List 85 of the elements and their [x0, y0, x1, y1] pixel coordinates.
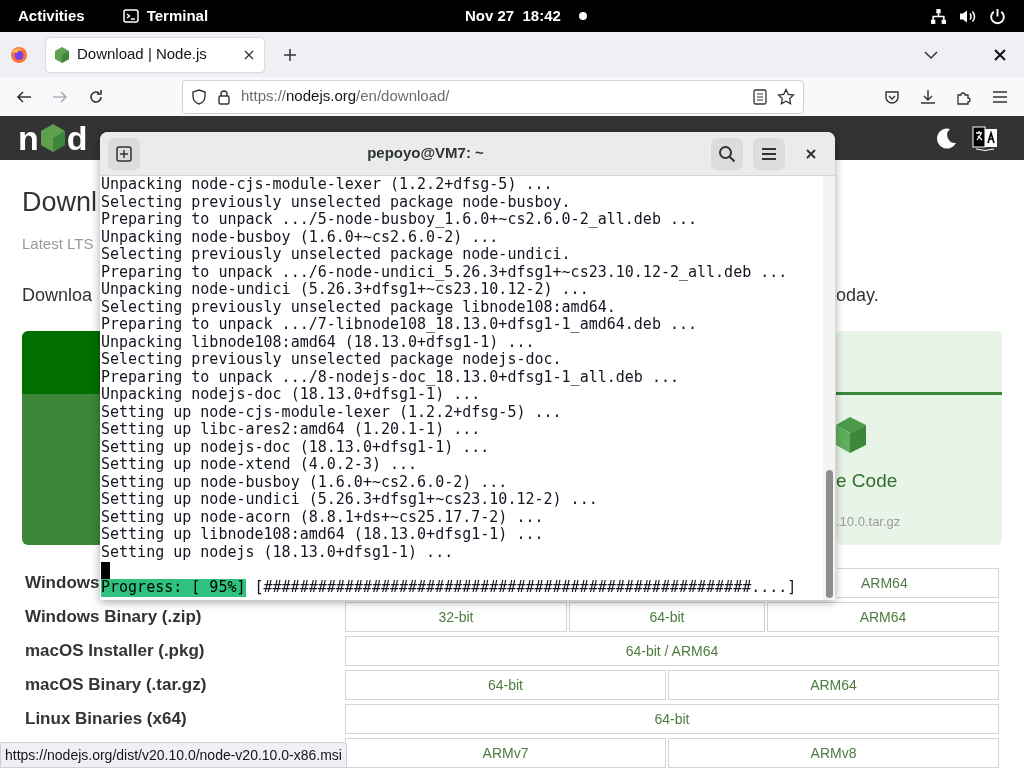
terminal-line: Setting up nodejs (18.13.0+dfsg1-1) ... — [101, 543, 455, 561]
download-link[interactable]: 32-bit — [345, 602, 567, 632]
row-label: macOS Binary (.tar.gz) — [25, 675, 207, 695]
reload-icon[interactable] — [88, 88, 104, 105]
download-link[interactable]: 64-bit — [345, 670, 666, 700]
terminal-line: Setting up node-busboy (1.6.0+~cs2.6.0-2) ... — [101, 473, 509, 491]
new-tab-button[interactable] — [108, 137, 140, 170]
menu-icon — [761, 146, 777, 161]
terminal-line: Unpacking node-undici (5.26.3+dfsg1+~cs23.10.12-2) ... — [101, 281, 589, 299]
page-subtitle: Latest LTS — [22, 234, 94, 254]
close-icon — [806, 148, 816, 159]
terminal-line: Preparing to unpack .../7-libnode108_18.13.0+dfsg1-1_amd64.deb ... — [101, 316, 699, 334]
address-bar[interactable]: https://nodejs.org/en/download/ — [182, 79, 804, 114]
search-button[interactable] — [711, 137, 743, 170]
logo-text[interactable]: d — [66, 121, 88, 155]
star-icon[interactable] — [777, 87, 795, 106]
back-arrow-icon[interactable] — [16, 88, 32, 105]
hexagon-icon — [40, 124, 65, 152]
progress-label: Progress: [ 95%] — [101, 579, 246, 597]
search-icon — [718, 144, 736, 163]
url-text: https://nodejs.org/en/download/ — [241, 86, 451, 107]
download-link[interactable]: ARM64 — [668, 670, 999, 700]
terminal-line: Unpacking nodejs-doc (18.13.0+dfsg1-1) ... — [101, 386, 481, 404]
hexagon-icon — [55, 46, 69, 63]
download-link[interactable]: ARM64 — [837, 568, 999, 598]
plus-box-icon — [116, 145, 132, 162]
page-heading: Downl — [22, 186, 98, 219]
terminal-line: Unpacking node-busboy (1.6.0+~cs2.6.0-2) ... — [101, 228, 499, 246]
progress-bar-text: [######################################################....] — [254, 579, 797, 597]
lock-icon — [217, 88, 231, 105]
terminal-icon — [122, 8, 139, 24]
row-label: Windows Binary (.zip) — [25, 607, 202, 627]
logo-text[interactable]: n — [18, 121, 39, 155]
plus-icon[interactable] — [282, 46, 298, 63]
scrollbar[interactable] — [823, 176, 835, 600]
shield-icon — [191, 88, 207, 105]
status-link-tooltip: https://nodejs.org/dist/v20.10.0/node-v20.10.0-x86.msi — [0, 742, 347, 768]
terminal-line: Setting up libnode108:amd64 (18.13.0+dfsg1-1) ... — [101, 526, 545, 544]
terminal-line: Setting up node-cjs-module-lexer (1.2.2+dfsg-5) ... — [101, 403, 563, 421]
download-link[interactable]: 64-bit / ARM64 — [345, 636, 999, 666]
terminal-line: Preparing to unpack .../5-node-busboy_1.6.0+~cs2.6.0-2_all.deb ... — [101, 211, 699, 229]
terminal-line: Selecting previously unselected package node-busboy. — [101, 193, 572, 211]
firefox-icon[interactable] — [10, 45, 28, 64]
window-title: pepoyo@VM7: ~ — [367, 143, 484, 164]
menu-button[interactable] — [753, 137, 785, 170]
reader-view-icon[interactable] — [753, 88, 767, 105]
download-link[interactable]: ARMv7 — [345, 738, 666, 768]
app-menu[interactable]: Terminal — [122, 4, 209, 28]
power-icon[interactable] — [989, 7, 1006, 25]
file-name: .10.0.tar.gz — [836, 512, 902, 531]
download-icon[interactable] — [920, 88, 936, 105]
terminal-line: Setting up libc-ares2:amd64 (1.20.1-1) ... — [101, 421, 482, 439]
row-label: macOS Installer (.pkg) — [25, 641, 205, 661]
chevron-down-icon[interactable] — [924, 49, 938, 60]
menu-icon[interactable] — [992, 89, 1008, 104]
network-icon[interactable] — [930, 7, 947, 25]
browser-tab[interactable]: Download | Node.js — [46, 37, 264, 72]
translate-icon[interactable] — [972, 125, 998, 151]
intro-text: Downloa — [22, 284, 93, 306]
terminal-line: Unpacking libnode108:amd64 (18.13.0+dfsg1-1) ... — [101, 333, 535, 351]
download-link[interactable]: 64-bit — [569, 602, 765, 632]
row-label: Linux Binaries (x64) — [25, 709, 187, 729]
terminal-line: Setting up nodejs-doc (18.13.0+dfsg1-1) ... — [101, 438, 491, 456]
moon-icon[interactable] — [936, 127, 958, 149]
row-label: Windows — [25, 573, 100, 593]
terminal-line: Selecting previously unselected package nodejs-doc. — [101, 351, 563, 369]
terminal-line: Setting up node-acorn (8.8.1+ds+~cs25.17.7-2) ... — [101, 508, 545, 526]
terminal-line: Setting up node-xtend (4.0.2-3) ... — [101, 456, 419, 474]
terminal-line: Selecting previously unselected package libnode108:amd64. — [101, 298, 617, 316]
source-code-label[interactable]: e Code — [836, 467, 1002, 496]
terminal-line: Preparing to unpack .../8-nodejs-doc_18.13.0+dfsg1-1_all.deb ... — [101, 368, 680, 386]
terminal-line: Unpacking node-cjs-module-lexer (1.2.2+dfsg-5) ... — [101, 176, 554, 194]
download-link[interactable]: ARM64 — [767, 602, 999, 632]
pocket-icon[interactable] — [884, 88, 900, 105]
download-link[interactable]: 64-bit — [345, 704, 999, 734]
terminal-line: Setting up node-undici (5.26.3+dfsg1+~cs23.10.12-2) ... — [101, 491, 599, 509]
clock[interactable]: Nov 27 18:42 — [465, 4, 561, 28]
close-icon[interactable] — [994, 48, 1006, 61]
activities-button[interactable]: Activities — [18, 4, 85, 28]
cursor-block — [101, 561, 110, 579]
terminal-line: Selecting previously unselected package node-undici. — [101, 246, 572, 264]
terminal-line: Preparing to unpack .../6-node-undici_5.26.3+dfsg1+~cs23.10.12-2_all.deb ... — [101, 263, 789, 281]
intro-text: oday. — [836, 284, 879, 306]
download-link[interactable]: ARMv8 — [668, 738, 999, 768]
close-icon[interactable] — [243, 48, 255, 61]
